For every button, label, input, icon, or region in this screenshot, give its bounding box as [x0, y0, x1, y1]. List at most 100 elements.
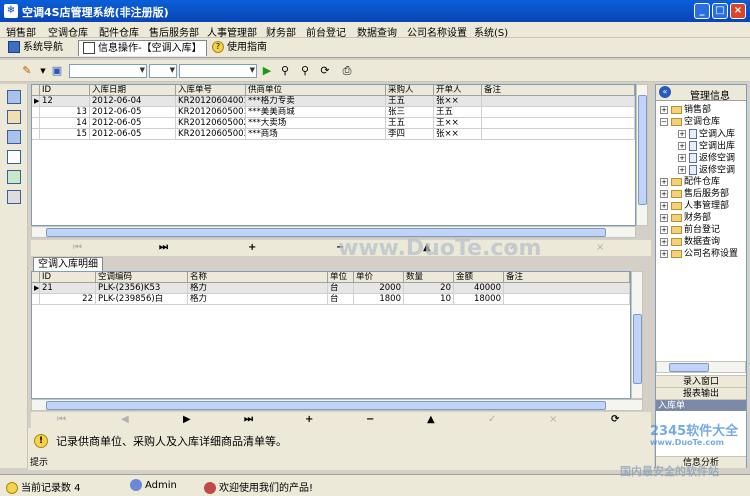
close-button[interactable]: ×: [730, 3, 746, 19]
tab-bar: 系统导航 信息操作-【空调入库】 ? 使用指南: [0, 38, 750, 58]
prior-record-button[interactable]: ◀: [121, 414, 129, 425]
module-icon[interactable]: [7, 90, 21, 104]
last-record-button[interactable]: ⏭: [244, 414, 253, 425]
col-qty[interactable]: 数量: [404, 272, 454, 283]
menu-company-name[interactable]: 公司名称设置: [407, 24, 467, 39]
col-id[interactable]: ID: [40, 272, 96, 283]
query-icon[interactable]: ▣: [50, 64, 64, 78]
last-record-button[interactable]: ⏭: [159, 242, 168, 253]
tips-panel: ! 记录供商单位、采购人及入库详细商品清单等。 提示: [28, 428, 654, 470]
detail-grid: ID 空调编码 名称 单位 单价 数量 金额 备注 ▶ 21 PLK-(2356…: [31, 271, 631, 399]
menu-sales[interactable]: 销售部: [6, 24, 36, 39]
col-supplier[interactable]: 供商单位: [246, 85, 386, 96]
minimize-button[interactable]: _: [694, 3, 710, 19]
first-record-button[interactable]: ⏮: [73, 242, 82, 253]
first-record-button[interactable]: ⏮: [57, 414, 66, 425]
inbound-form-item[interactable]: 入库单: [656, 399, 746, 411]
undo-record-button[interactable]: ✓: [488, 414, 496, 425]
app-icon: ❄: [4, 4, 18, 18]
toolbar: ✎ ▼ ▣ ▶ ⚲ ⚲ ⟳ ⎙: [0, 60, 750, 82]
help-icon: ?: [212, 41, 224, 53]
tree-item-after-sales[interactable]: + 售后服务部: [660, 189, 729, 200]
edit-pencil-icon[interactable]: ✎: [20, 64, 34, 78]
col-price[interactable]: 单价: [354, 272, 404, 283]
tab-system-nav[interactable]: 系统导航: [8, 40, 63, 56]
find-icon[interactable]: ⚲: [278, 64, 292, 78]
find-next-icon[interactable]: ⚲: [298, 64, 312, 78]
tree-item-finance[interactable]: + 财务部: [660, 213, 711, 224]
refresh-record-button[interactable]: ⟳: [611, 414, 619, 425]
master-horizontal-scrollbar[interactable]: [31, 226, 636, 238]
detail-horizontal-scrollbar[interactable]: [31, 399, 643, 411]
right-panel-title: 管理信息: [690, 91, 730, 102]
dropdown-arrow-icon[interactable]: ▼: [36, 64, 50, 78]
value-select[interactable]: [179, 64, 257, 78]
scroll-thumb[interactable]: [638, 95, 647, 205]
scroll-thumb[interactable]: [669, 363, 709, 372]
col-buyer[interactable]: 采购人: [386, 85, 434, 96]
tree-item-data-query[interactable]: + 数据查询: [660, 237, 720, 248]
tree-item-repair-2[interactable]: + 返修空调: [678, 165, 735, 177]
menu-finance[interactable]: 财务部: [266, 24, 296, 39]
post-record-button[interactable]: ▲: [427, 414, 435, 425]
tree-item-hr[interactable]: + 人事管理部: [660, 201, 729, 212]
col-code[interactable]: 空调编码: [96, 272, 188, 283]
menu-after-sales[interactable]: 售后服务部: [149, 24, 199, 39]
cancel-record-button[interactable]: ×: [596, 242, 604, 253]
col-name[interactable]: 名称: [188, 272, 328, 283]
refresh-icon[interactable]: ⟳: [318, 64, 332, 78]
folder-icon: [671, 201, 682, 210]
col-order-no[interactable]: 入库单号: [176, 85, 246, 96]
field-select[interactable]: [69, 64, 147, 78]
tree-item-parts[interactable]: + 配件仓库: [660, 177, 720, 188]
maximize-button[interactable]: □: [712, 3, 728, 19]
delete-record-button[interactable]: −: [366, 414, 374, 425]
tree-item-ac-in[interactable]: + 空调入库: [678, 129, 735, 141]
master-vertical-scrollbar[interactable]: [636, 84, 648, 226]
document-icon[interactable]: [7, 150, 21, 164]
add-record-button[interactable]: +: [248, 242, 256, 253]
trash-icon[interactable]: [7, 190, 21, 204]
tree-item-company-name[interactable]: + 公司名称设置: [660, 249, 738, 260]
flow-icon[interactable]: [7, 110, 21, 124]
tree-horizontal-scrollbar[interactable]: [656, 361, 746, 373]
tree-item-ac-warehouse[interactable]: − 空调仓库: [660, 117, 720, 128]
col-issuer[interactable]: 开单人: [434, 85, 482, 96]
table-icon[interactable]: [7, 130, 21, 144]
cancel-record-button[interactable]: ×: [549, 414, 557, 425]
add-record-button[interactable]: +: [305, 414, 313, 425]
menu-ac-warehouse[interactable]: 空调仓库: [48, 24, 88, 39]
menu-parts-warehouse[interactable]: 配件仓库: [99, 24, 139, 39]
tree-item-repair-1[interactable]: + 返修空调: [678, 153, 735, 165]
tab-detail[interactable]: 空调入库明细: [33, 257, 103, 271]
operator-select[interactable]: [149, 64, 177, 78]
run-icon[interactable]: ▶: [260, 64, 274, 78]
tree-item-ac-out[interactable]: + 空调出库: [678, 141, 735, 153]
tree-item-front-desk[interactable]: + 前台登记: [660, 225, 720, 236]
report-output-button[interactable]: 报表输出: [656, 387, 746, 399]
tree-item-sales[interactable]: + 销售部: [660, 105, 711, 116]
col-amount[interactable]: 金额: [454, 272, 504, 283]
info-icon: [6, 482, 18, 494]
scroll-thumb[interactable]: [46, 401, 606, 410]
scroll-thumb[interactable]: [633, 314, 642, 384]
tab-info-operation[interactable]: 信息操作-【空调入库】: [78, 40, 207, 56]
print-icon[interactable]: ⎙: [340, 64, 354, 78]
menu-system[interactable]: 系统(S): [474, 24, 508, 39]
collapse-icon[interactable]: «: [659, 86, 671, 98]
menu-front-desk[interactable]: 前台登记: [306, 24, 346, 39]
next-record-button[interactable]: ▶: [183, 414, 191, 425]
tab-user-guide[interactable]: ? 使用指南: [212, 40, 267, 56]
col-date[interactable]: 入库日期: [90, 85, 176, 96]
menu-hr[interactable]: 人事管理部: [207, 24, 257, 39]
entry-window-button[interactable]: 录入窗口: [656, 375, 746, 387]
menu-data-query[interactable]: 数据查询: [357, 24, 397, 39]
detail-vertical-scrollbar[interactable]: [631, 271, 643, 399]
col-remark[interactable]: 备注: [482, 85, 635, 96]
col-id[interactable]: ID: [40, 85, 90, 96]
col-unit[interactable]: 单位: [328, 272, 354, 283]
welcome-message: 欢迎使用我们的产品!: [204, 479, 313, 494]
row-pointer-icon: ▶: [32, 283, 40, 294]
chart-icon[interactable]: [7, 170, 21, 184]
col-remark[interactable]: 备注: [504, 272, 630, 283]
